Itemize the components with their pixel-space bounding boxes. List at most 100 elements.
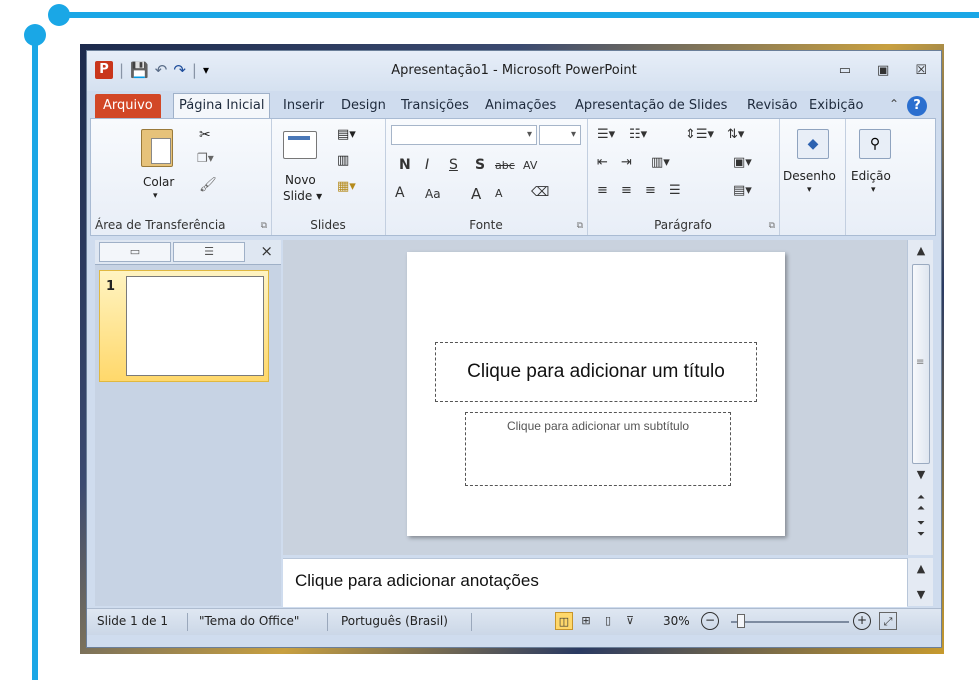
- italic-button[interactable]: I: [425, 157, 429, 173]
- outline-tab[interactable]: ☰: [173, 242, 245, 262]
- tab-pagina-inicial[interactable]: Página Inicial: [173, 93, 271, 120]
- scroll-down-icon[interactable]: ▼: [908, 468, 934, 481]
- minimize-button[interactable]: ▭: [839, 63, 851, 78]
- align-right-icon[interactable]: ≡: [645, 183, 656, 198]
- clipboard-launcher-icon[interactable]: ⧉: [261, 221, 267, 231]
- group-label-clipboard: Área de Transferência: [95, 218, 226, 232]
- tab-transicoes[interactable]: Transições: [401, 94, 469, 118]
- theme-status[interactable]: "Tema do Office": [199, 614, 299, 628]
- decrease-indent-icon[interactable]: ⇤: [597, 155, 608, 170]
- slides-tab[interactable]: ▭: [99, 242, 171, 262]
- align-center-icon[interactable]: ≡: [621, 183, 632, 198]
- help-icon[interactable]: ?: [907, 96, 927, 116]
- new-slide-icon[interactable]: [283, 131, 317, 159]
- fit-to-window-icon[interactable]: ⤢: [879, 612, 897, 630]
- tab-revisao[interactable]: Revisão: [747, 94, 797, 118]
- bullets-icon[interactable]: ☰▾: [597, 127, 615, 142]
- status-separator: [471, 613, 472, 631]
- editing-button[interactable]: Edição: [851, 169, 891, 183]
- binoculars-icon[interactable]: ⚲: [859, 129, 891, 159]
- character-spacing-button[interactable]: AV: [523, 159, 537, 172]
- vertical-scrollbar[interactable]: ▲ ≡ ▼ ⏶ ⏶ ⏷ ⏷: [907, 240, 933, 555]
- tab-design[interactable]: Design: [341, 94, 386, 118]
- zoom-level[interactable]: 30%: [663, 614, 690, 628]
- title-placeholder[interactable]: Clique para adicionar um título: [435, 342, 757, 402]
- zoom-slider-thumb[interactable]: [737, 614, 745, 628]
- scrollbar-thumb[interactable]: ≡: [912, 264, 930, 464]
- zoom-slider-track[interactable]: [731, 621, 849, 623]
- close-button[interactable]: ☒: [915, 63, 927, 78]
- grow-font-button[interactable]: A: [471, 185, 481, 203]
- strikethrough-button[interactable]: abc: [495, 159, 515, 172]
- notes-placeholder[interactable]: Clique para adicionar anotações: [295, 571, 539, 591]
- reading-view-icon[interactable]: ▯: [599, 612, 617, 630]
- drawing-button[interactable]: Desenho: [783, 169, 836, 183]
- next-slide-icon[interactable]: ⏷ ⏷: [908, 518, 934, 540]
- increase-indent-icon[interactable]: ⇥: [621, 155, 632, 170]
- zoom-out-button[interactable]: −: [701, 612, 719, 630]
- new-slide-label[interactable]: Novo: [285, 173, 316, 187]
- paste-dropdown-icon[interactable]: ▾: [153, 191, 158, 201]
- slide-editor-area: Clique para adicionar um título Clique p…: [283, 240, 907, 555]
- tab-animacoes[interactable]: Animações: [485, 94, 556, 118]
- reset-icon[interactable]: ▥: [337, 153, 349, 168]
- cut-icon[interactable]: ✂: [199, 127, 211, 143]
- close-pane-icon[interactable]: ×: [260, 242, 273, 260]
- tab-apresentacao-de-slides[interactable]: Apresentação de Slides: [575, 94, 727, 118]
- section-icon[interactable]: ▦▾: [337, 179, 356, 194]
- ribbon: Colar ▾ ✂ ❐▾ 🖌 Área de Transferência ⧉ N…: [90, 118, 936, 236]
- layout-icon[interactable]: ▤▾: [337, 127, 356, 142]
- paste-icon[interactable]: [141, 129, 173, 167]
- line-spacing-icon[interactable]: ⇕☰▾: [685, 127, 714, 142]
- columns-icon[interactable]: ▥▾: [651, 155, 670, 170]
- align-text-icon[interactable]: ▣▾: [733, 155, 752, 170]
- smartart-icon[interactable]: ▤▾: [733, 183, 752, 198]
- editing-dropdown-icon[interactable]: ▾: [871, 185, 876, 195]
- group-editing: ⚲ Edição ▾: [845, 119, 905, 235]
- notes-scroll-up-icon[interactable]: ▲: [908, 562, 934, 575]
- status-separator: [187, 613, 188, 631]
- normal-view-icon[interactable]: ◫: [555, 612, 573, 630]
- numbering-icon[interactable]: ☷▾: [629, 127, 647, 142]
- notes-scroll-down-icon[interactable]: ▼: [908, 588, 934, 601]
- font-launcher-icon[interactable]: ⧉: [577, 221, 583, 231]
- shapes-icon[interactable]: ◆: [797, 129, 829, 159]
- tab-exibicao[interactable]: Exibição: [809, 94, 863, 118]
- paragraph-launcher-icon[interactable]: ⧉: [769, 221, 775, 231]
- notes-pane[interactable]: Clique para adicionar anotações: [283, 558, 907, 607]
- maximize-button[interactable]: ▣: [877, 63, 889, 78]
- paste-button[interactable]: Colar: [143, 175, 174, 189]
- slideshow-view-icon[interactable]: ⊽: [621, 612, 639, 630]
- font-size-combo[interactable]: ▾: [539, 125, 581, 145]
- powerpoint-window: P | 💾 ↶ ↷ | ▾ Apresentação1 - Microsoft …: [86, 50, 942, 648]
- font-color-button[interactable]: A: [395, 185, 405, 201]
- slide-thumbnail-selected[interactable]: 1: [99, 270, 269, 382]
- ribbon-tabs: Arquivo Página Inicial Inserir Design Tr…: [87, 93, 941, 120]
- font-name-combo[interactable]: ▾: [391, 125, 537, 145]
- underline-button[interactable]: S: [449, 157, 458, 173]
- clear-formatting-icon[interactable]: ⌫: [531, 185, 549, 200]
- slide-sorter-view-icon[interactable]: ⊞: [577, 612, 595, 630]
- tab-arquivo[interactable]: Arquivo: [95, 94, 161, 118]
- zoom-in-button[interactable]: +: [853, 612, 871, 630]
- change-case-button[interactable]: Aa: [425, 187, 441, 201]
- drawing-dropdown-icon[interactable]: ▾: [807, 185, 812, 195]
- minimize-ribbon-icon[interactable]: ⌃: [889, 97, 899, 111]
- copy-icon[interactable]: ❐▾: [197, 151, 214, 165]
- format-painter-icon[interactable]: 🖌: [199, 177, 217, 193]
- slide-thumbnail[interactable]: [126, 276, 264, 376]
- subtitle-placeholder[interactable]: Clique para adicionar um subtítulo: [465, 412, 731, 486]
- justify-icon[interactable]: ☰: [669, 183, 681, 198]
- previous-slide-icon[interactable]: ⏶ ⏶: [908, 492, 934, 514]
- slide-canvas[interactable]: Clique para adicionar um título Clique p…: [407, 252, 785, 536]
- shadow-button[interactable]: S: [475, 157, 485, 173]
- scroll-up-icon[interactable]: ▲: [908, 244, 934, 257]
- shrink-font-button[interactable]: A: [495, 187, 503, 200]
- align-left-icon[interactable]: ≡: [597, 183, 608, 198]
- new-slide-dropdown[interactable]: Slide ▾: [283, 189, 322, 203]
- notes-scrollbar[interactable]: ▲ ▼: [907, 558, 933, 606]
- tab-inserir[interactable]: Inserir: [283, 94, 324, 118]
- text-direction-icon[interactable]: ⇅▾: [727, 127, 744, 142]
- bold-button[interactable]: N: [399, 157, 411, 173]
- language-status[interactable]: Português (Brasil): [341, 614, 448, 628]
